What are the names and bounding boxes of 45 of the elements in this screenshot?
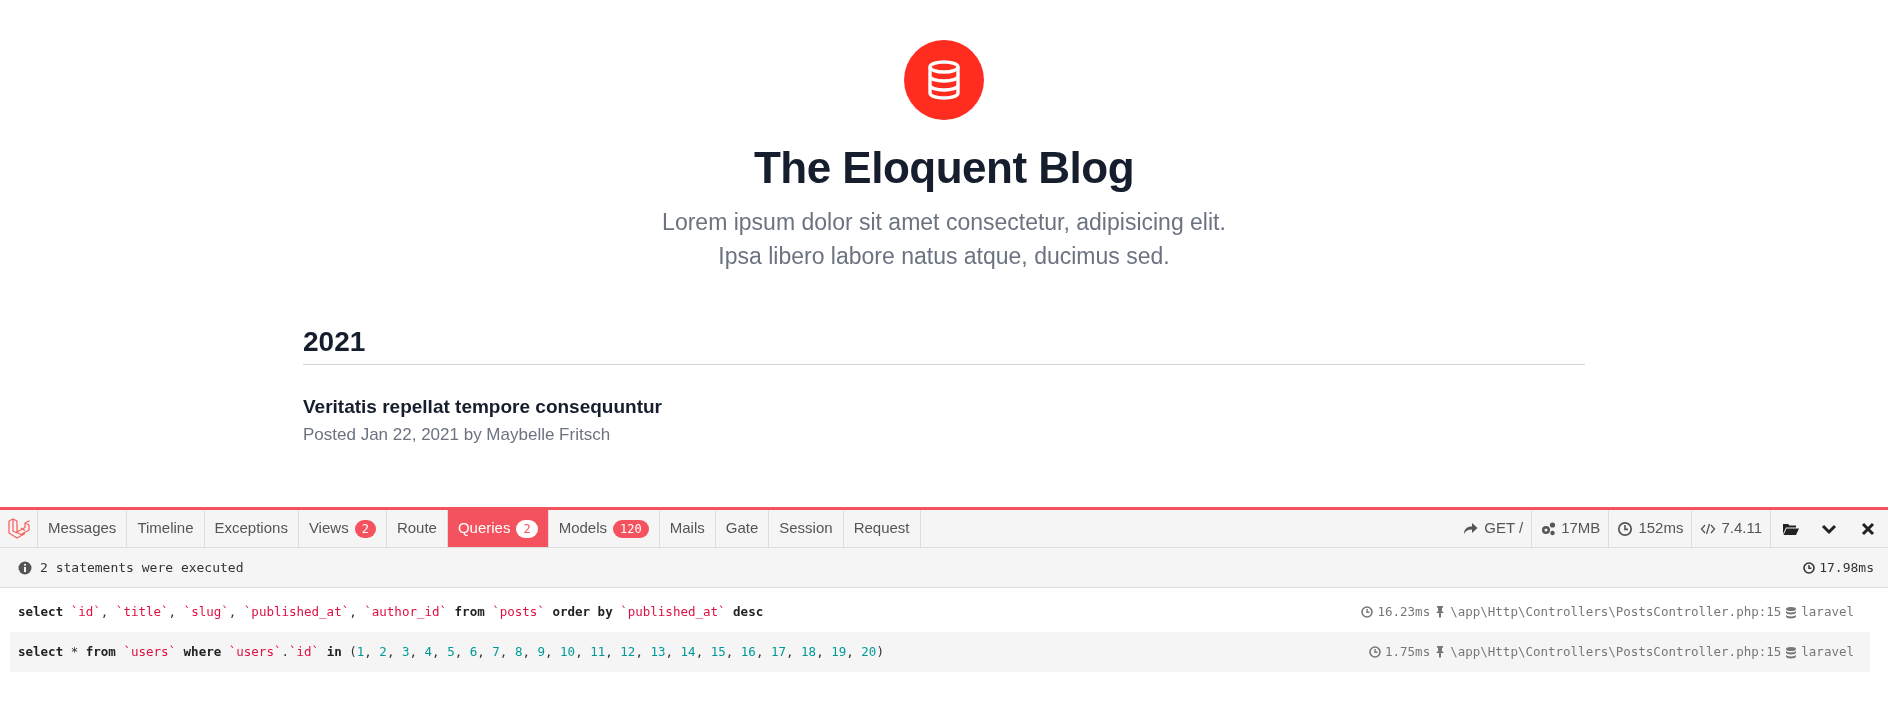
- pin-icon: [1434, 605, 1447, 619]
- query-source: \app\Http\Controllers\PostsController.php:15: [1450, 602, 1782, 621]
- clock-icon: [1803, 561, 1816, 574]
- blog-title: The Eloquent Blog: [752, 142, 1136, 194]
- debugbar-tab[interactable]: Models 120: [548, 510, 660, 547]
- connection-name: laravel: [1801, 642, 1854, 661]
- database-icon: [1785, 645, 1798, 659]
- close-icon: [1860, 520, 1877, 537]
- clock-icon: [1617, 520, 1634, 537]
- debugbar-tab[interactable]: Gate: [715, 510, 770, 547]
- count-badge: 2: [516, 519, 538, 538]
- sql-statement: select * from `users` where `users`.`id` in (1, 2, 3, 4, 5, 6, 7, 8, 9, 10, 11, 12, 13, 14, 15, 16, 17, 18, 19, 20): [18, 642, 884, 661]
- database-icon: [1785, 605, 1798, 619]
- connection-name: laravel: [1801, 602, 1854, 621]
- clock-icon: [1369, 646, 1381, 658]
- count-badge: 120: [613, 519, 649, 538]
- debugbar-tab[interactable]: Request: [843, 510, 921, 547]
- database-icon: [926, 60, 962, 100]
- debugbar-tab[interactable]: Route: [386, 510, 448, 547]
- cube-logo-icon: [6, 516, 31, 541]
- query-duration: 1.75ms: [1385, 642, 1431, 661]
- post-title-link[interactable]: Veritatis repellat tempore consequuntur: [303, 396, 662, 418]
- count-badge: 2: [354, 519, 376, 538]
- total-time: 17.98ms: [1819, 558, 1874, 577]
- debugbar-tab[interactable]: Messages: [38, 510, 128, 547]
- sql-statement: select `id`, `title`, `slug`, `published_at`, `author_id` from `posts` order by `published_at` desc: [18, 602, 764, 621]
- debugbar-tab[interactable]: Session: [769, 510, 844, 547]
- debugbar-tab[interactable]: Timeline: [127, 510, 205, 547]
- debugbar-tab[interactable]: Exceptions: [204, 510, 299, 547]
- query-duration: 16.23ms: [1377, 602, 1431, 621]
- status-text: 152ms: [1638, 518, 1684, 539]
- post-meta: Posted Jan 22, 2021 by Maybelle Fritsch: [303, 424, 611, 444]
- clock-icon: [1361, 606, 1374, 618]
- status-text: GET /: [1484, 518, 1524, 539]
- subtitle-text: Lorem ipsum dolor sit amet consectetur, adipisicing elit.: [661, 207, 1227, 237]
- query-source: \app\Http\Controllers\PostsController.php:15: [1450, 642, 1782, 661]
- debugbar-tab[interactable]: Views 2: [298, 510, 387, 547]
- info-icon: [18, 560, 32, 575]
- pin-icon: [1434, 645, 1447, 659]
- status-text: 7.4.11: [1721, 518, 1762, 539]
- summary-text: 2 statements were executed: [40, 558, 244, 577]
- debugbar-tab[interactable]: Mails: [659, 510, 716, 547]
- subtitle-text: Ipsa libero labore natus atque, ducimus sed.: [717, 241, 1171, 271]
- status-text: 17MB: [1561, 518, 1601, 539]
- year-heading: 2021: [303, 324, 1585, 366]
